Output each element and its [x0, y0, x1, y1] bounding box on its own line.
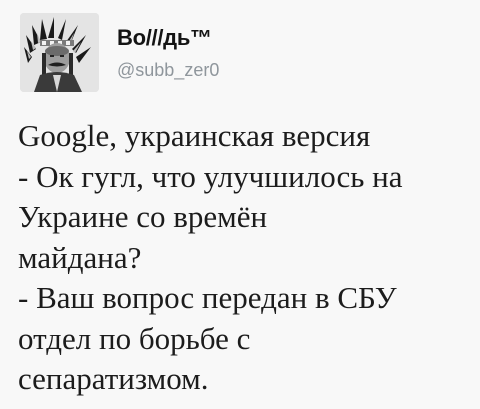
- tweet-text-line: Google, украинская версия: [18, 118, 371, 153]
- tweet-header: Во///дь™ @subb_zer0: [20, 13, 219, 92]
- user-info: Во///дь™ @subb_zer0: [117, 25, 219, 81]
- display-name[interactable]: Во///дь™: [117, 25, 219, 51]
- tweet-text-line: - Ок гугл, что улучшилось на: [18, 158, 403, 194]
- tweet-text-line: отдел по борьбе с: [18, 320, 251, 356]
- avatar[interactable]: [20, 13, 99, 92]
- tweet-text-line: майдана?: [18, 239, 142, 275]
- tweet-text-line: Украине со времён: [18, 199, 268, 234]
- tweet-text-line: - Ваш вопрос передан в СБУ: [18, 280, 397, 315]
- tweet-text: Google, украинская версия - Ок гугл, что…: [18, 116, 478, 400]
- tweet-card: Во///дь™ @subb_zer0 Google, украинская в…: [0, 0, 480, 409]
- user-handle[interactable]: @subb_zer0: [117, 59, 219, 81]
- tweet-text-line: сепаратизмом.: [18, 361, 209, 396]
- user-avatar-portrait-icon: [20, 13, 99, 92]
